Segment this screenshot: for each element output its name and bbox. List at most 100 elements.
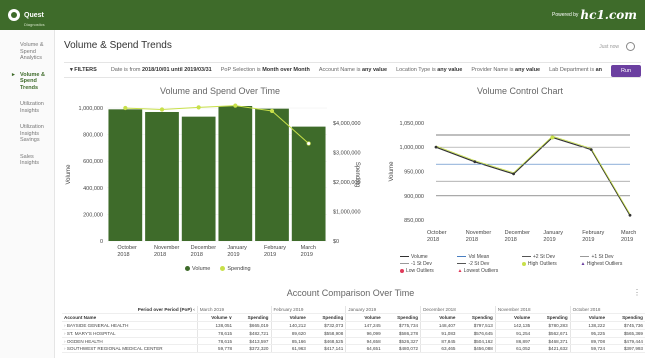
period-header-october-2018[interactable]: October 2018: [569, 306, 645, 315]
legend-item-volume[interactable]: Volume: [400, 254, 451, 260]
account-name-cell[interactable]: OGDEN HEALTH: [62, 337, 198, 346]
x-tick-label: 2019: [543, 237, 555, 243]
bar-volume-january-2019[interactable]: [218, 106, 253, 241]
filter-pop-text: PoP Selection is: [220, 67, 263, 73]
table-row[interactable]: OGDEN HEALTH78,615$413,59785,166$468,525…: [62, 337, 645, 346]
quest-logo-icon: [8, 9, 20, 21]
legend-item-lowest-outliers[interactable]: ▲ Lowest Outliers: [457, 268, 515, 274]
period-header-january-2019[interactable]: January 2019: [345, 306, 421, 315]
point-volume-november-2018[interactable]: [473, 160, 477, 164]
legend-item-2-st-dev[interactable]: -2 St Dev: [457, 261, 515, 267]
y-axis-label: Volume: [66, 164, 72, 185]
volume-column-header[interactable]: Volume: [420, 313, 458, 323]
legend-swatch: [400, 268, 404, 273]
x-tick-label: October: [117, 245, 137, 251]
filters-toggle[interactable]: FILTERS: [70, 67, 97, 73]
period-header-december-2018[interactable]: December 2018: [420, 306, 496, 315]
spending-column-header[interactable]: Spending: [307, 313, 346, 323]
table-title: Account Comparison Over Time: [286, 288, 415, 298]
spending-cell: $775,734: [382, 321, 421, 330]
spending-column-header[interactable]: Spending: [607, 313, 645, 323]
spending-column-header[interactable]: Spending: [382, 313, 421, 323]
run-button[interactable]: Run: [611, 65, 641, 77]
account-name-cell[interactable]: BAYSIDE GENERAL HEALTH: [62, 321, 198, 330]
account-name-header[interactable]: Account Name: [62, 313, 198, 323]
filter-date[interactable]: Date is from 2018/10/01 until 2019/03/31: [111, 67, 212, 73]
spending-column-header[interactable]: Spending: [234, 313, 271, 323]
volume-column-header[interactable]: Volume ∨: [196, 313, 235, 323]
chart2-legend: Volume Vol Mean +2 St Dev +1 St Dev -1 St De…: [400, 254, 640, 274]
account-name-cell[interactable]: ST. MARY'S HOSPITAL: [62, 329, 198, 338]
filter-provider-name[interactable]: Provider Name is any value: [471, 67, 540, 73]
legend-item-vol-mean[interactable]: Vol Mean: [457, 254, 515, 260]
legend-item-low-outliers[interactable]: Low Outliers: [400, 268, 451, 274]
point-spending-october-2018[interactable]: [123, 105, 128, 111]
point-volume-march-2019[interactable]: [628, 213, 632, 217]
x-tick-label: 2018: [427, 237, 439, 243]
table-row[interactable]: ST. MARY'S HOSPITAL78,615$482,72189,620$…: [62, 329, 645, 338]
bar-volume-november-2018[interactable]: [145, 111, 179, 242]
point-spending-december-2018[interactable]: [196, 105, 201, 110]
spending-cell: $468,371: [532, 337, 571, 346]
sidebar-item-sales-insights[interactable]: Sales Insights: [0, 154, 54, 167]
legend-item-volume[interactable]: Volume: [185, 266, 210, 272]
sidebar-item-utilization-insights[interactable]: Utilization Insights: [0, 101, 54, 114]
point-volume-december-2018[interactable]: [512, 172, 515, 176]
volume-column-header[interactable]: Volume: [270, 313, 308, 323]
period-header-november-2018[interactable]: November 2018: [494, 306, 571, 315]
period-header-february-2019[interactable]: February 2019: [270, 306, 346, 315]
volume-column-header[interactable]: Volume: [345, 313, 383, 323]
hc1-logo: hc1.com: [580, 8, 637, 22]
filter-account-value: any value: [361, 67, 388, 73]
x-tick-label: 2019: [227, 252, 239, 258]
point-spending-february-2019[interactable]: [269, 108, 275, 114]
filter-pop-selection[interactable]: PoP Selection is Month over Month: [221, 67, 310, 73]
y-tick-label: 200,000: [83, 212, 103, 218]
pop-header[interactable]: Period over Period (PoP) ‹: [62, 306, 198, 315]
period-header-march-2019[interactable]: March 2019: [196, 306, 271, 315]
more-options-icon[interactable]: ⋮: [633, 288, 641, 297]
point-spending-november-2018[interactable]: [159, 107, 165, 112]
volume-column-header[interactable]: Volume: [494, 313, 533, 323]
table-row[interactable]: SOUTHWEST REGIONAL MEDICAL CENTER59,778$…: [62, 344, 645, 354]
x-tick-label: 2018: [154, 252, 166, 258]
bar-volume-october-2018[interactable]: [108, 109, 143, 241]
volume-cell: 138,222: [569, 321, 608, 330]
sidebar-item-utilization-insights-savings[interactable]: Utilization Insights Savings: [0, 124, 54, 144]
point-volume-october-2018[interactable]: [434, 145, 438, 149]
powered-prefix: Powered by: [552, 12, 579, 18]
powered-by: Powered by hc1.com: [552, 8, 637, 22]
x-tick-label: 2018: [191, 252, 203, 258]
bar-volume-december-2018[interactable]: [181, 116, 216, 241]
legend-swatch: [457, 262, 467, 265]
x-tick-label: 2018: [466, 237, 478, 243]
point-volume-february-2019[interactable]: [589, 148, 593, 152]
bar-volume-february-2019[interactable]: [255, 108, 289, 241]
sidebar-item-volume-spend-analytics[interactable]: Volume & Spend Analytics: [0, 42, 54, 62]
filter-location-type[interactable]: Location Type is any value: [396, 67, 462, 73]
filter-lab-department[interactable]: Lab Department is an: [549, 67, 602, 73]
legend-item-2-st-dev[interactable]: +2 St Dev: [521, 254, 575, 260]
account-name-cell[interactable]: SOUTHWEST REGIONAL MEDICAL CENTER: [62, 344, 198, 354]
point-spending-january-2019[interactable]: [233, 103, 238, 108]
volume-column-header[interactable]: Volume: [569, 313, 608, 323]
volume-cell: 89,708: [569, 337, 608, 346]
point-high-outlier[interactable]: [550, 135, 555, 140]
volume-cell: 89,620: [270, 329, 308, 338]
legend-item-1-st-dev[interactable]: -1 St Dev: [400, 261, 451, 267]
gear-icon[interactable]: [626, 42, 635, 51]
legend-item-high-outliers[interactable]: High Outliers: [521, 261, 575, 267]
table-row[interactable]: BAYSIDE GENERAL HEALTH138,051$665,019140…: [62, 321, 645, 330]
legend-item-1-st-dev[interactable]: +1 St Dev: [580, 254, 640, 260]
spending-column-header[interactable]: Spending: [457, 313, 496, 323]
legend-item-spending[interactable]: Spending: [220, 266, 251, 272]
legend-item-highest-outliers[interactable]: ▲ Highest Outliers: [580, 261, 640, 267]
filter-account-name[interactable]: Account Name is any value: [319, 67, 387, 73]
sidebar-item-volume-spend-trends[interactable]: Volume & Spend Trends: [0, 72, 54, 92]
spending-column-header[interactable]: Spending: [532, 313, 571, 323]
volume-cell: 63,465: [420, 344, 458, 354]
filter-lab-value: an: [595, 67, 603, 73]
brand-logo[interactable]: Quest Diagnostics: [8, 4, 45, 27]
point-spending-march-2019[interactable]: [306, 141, 311, 146]
filter-provider-text: Provider Name is: [471, 67, 516, 73]
